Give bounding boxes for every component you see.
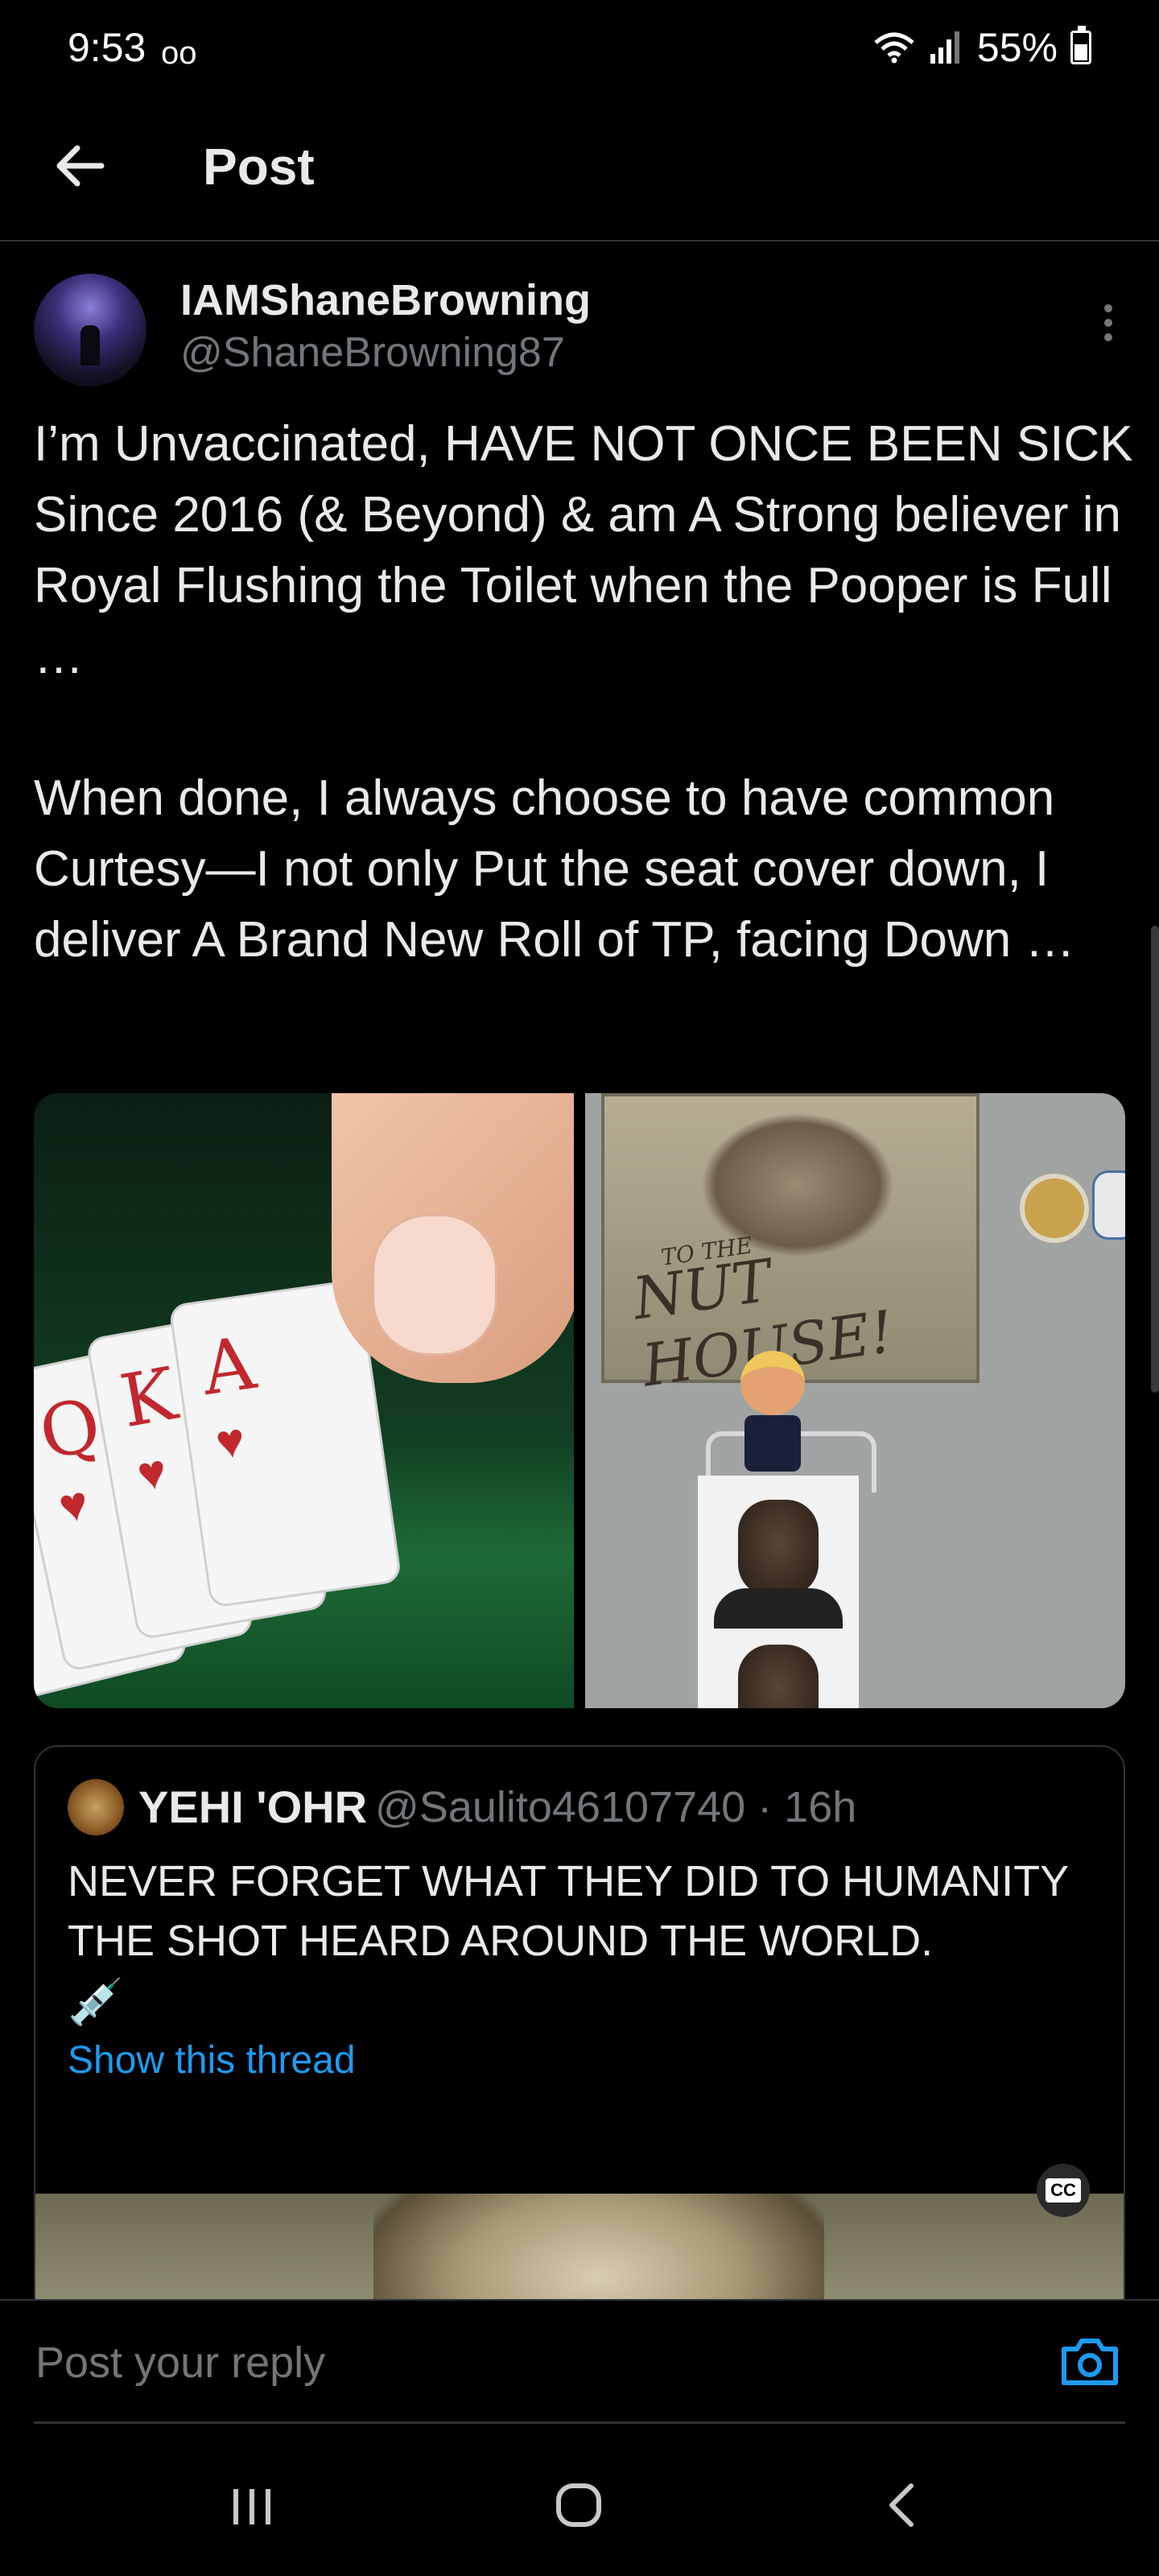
captions-button[interactable]: CC xyxy=(1037,2164,1090,2217)
quote-text: NEVER FORGET WHAT THEY DID TO HUMANITY T… xyxy=(68,1857,1069,1965)
recents-button[interactable] xyxy=(216,2473,288,2537)
post-media: J ♥ Q ♥ K ♥ A ♥ TO THE NUT HOUSE! xyxy=(34,1093,1125,1708)
media-image-cards[interactable]: J ♥ Q ♥ K ♥ A ♥ xyxy=(34,1093,574,1708)
signal-icon xyxy=(930,31,959,64)
syringe-emoji: 💉 xyxy=(68,1976,124,2027)
battery-icon xyxy=(1070,26,1091,64)
card-label: A xyxy=(196,1321,261,1413)
show-thread-link[interactable]: Show this thread xyxy=(68,2038,356,2083)
home-button[interactable] xyxy=(542,2473,615,2537)
scrollbar[interactable] xyxy=(1151,926,1159,1393)
recents-icon xyxy=(233,2489,270,2524)
top-app-bar: Post xyxy=(0,105,1159,242)
heart-icon: ♥ xyxy=(133,1443,171,1502)
system-nav-bar xyxy=(0,2428,1159,2576)
quote-avatar xyxy=(68,1779,124,1835)
camera-button[interactable] xyxy=(1059,2336,1120,2388)
figurine-head xyxy=(740,1351,805,1415)
thumbnail-shape xyxy=(372,1214,497,1356)
nut-house-sign: TO THE NUT HOUSE! xyxy=(601,1093,980,1400)
printed-face xyxy=(738,1645,819,1708)
more-dot xyxy=(1104,319,1112,327)
status-bar: 9:53 oo 55% xyxy=(0,0,1159,105)
quoted-post[interactable]: YEHI 'OHR @Saulito46107740 · 16h NEVER F… xyxy=(34,1745,1125,2389)
battery-fill xyxy=(1074,44,1087,60)
status-indicators: 55% xyxy=(872,24,1091,71)
avatar-figure xyxy=(80,325,100,365)
card-label: K xyxy=(114,1352,183,1445)
captions-icon: CC xyxy=(1046,2178,1081,2202)
home-icon xyxy=(556,2483,601,2527)
quote-handle-time: @Saulito46107740 · 16h xyxy=(375,1783,857,1831)
author-display-name[interactable]: IAMShaneBrowning xyxy=(180,275,591,325)
doorbell-button xyxy=(1092,1170,1125,1240)
page-title: Post xyxy=(203,138,315,196)
voicemail-icon: oo xyxy=(161,35,197,71)
camera-icon xyxy=(1062,2339,1118,2385)
nav-back-button[interactable] xyxy=(866,2473,938,2537)
more-dot xyxy=(1104,333,1112,341)
figurine-body xyxy=(744,1415,801,1472)
media-image-bathroom[interactable]: TO THE NUT HOUSE! xyxy=(585,1093,1125,1708)
printed-face xyxy=(738,1500,819,1596)
reply-underline xyxy=(34,2421,1125,2424)
avatar[interactable] xyxy=(34,274,146,386)
more-dot xyxy=(1104,304,1112,312)
reply-bar xyxy=(0,2299,1159,2428)
back-button[interactable] xyxy=(48,134,113,198)
reply-input[interactable] xyxy=(34,2330,1019,2396)
toilet-paper-roll xyxy=(698,1476,859,1708)
back-chevron-icon xyxy=(889,2483,914,2527)
arrow-left-icon xyxy=(56,145,105,187)
doorbell xyxy=(1020,1174,1089,1243)
heart-icon: ♥ xyxy=(54,1475,93,1534)
battery-percent: 55% xyxy=(976,25,1058,70)
heart-icon: ♥ xyxy=(212,1412,249,1470)
wifi-icon xyxy=(874,32,914,64)
printed-suit xyxy=(714,1588,843,1629)
post-author: IAMShaneBrowning @ShaneBrowning87 xyxy=(34,274,1128,386)
post-text: I’m Unvaccinated, HAVE NOT ONCE BEEN SIC… xyxy=(34,416,1133,968)
author-handle[interactable]: @ShaneBrowning87 xyxy=(180,328,565,377)
status-time: 9:53 xyxy=(68,25,146,70)
more-options-button[interactable] xyxy=(1088,298,1128,354)
quote-display-name: YEHI 'OHR xyxy=(138,1781,368,1832)
figurine xyxy=(736,1351,809,1472)
